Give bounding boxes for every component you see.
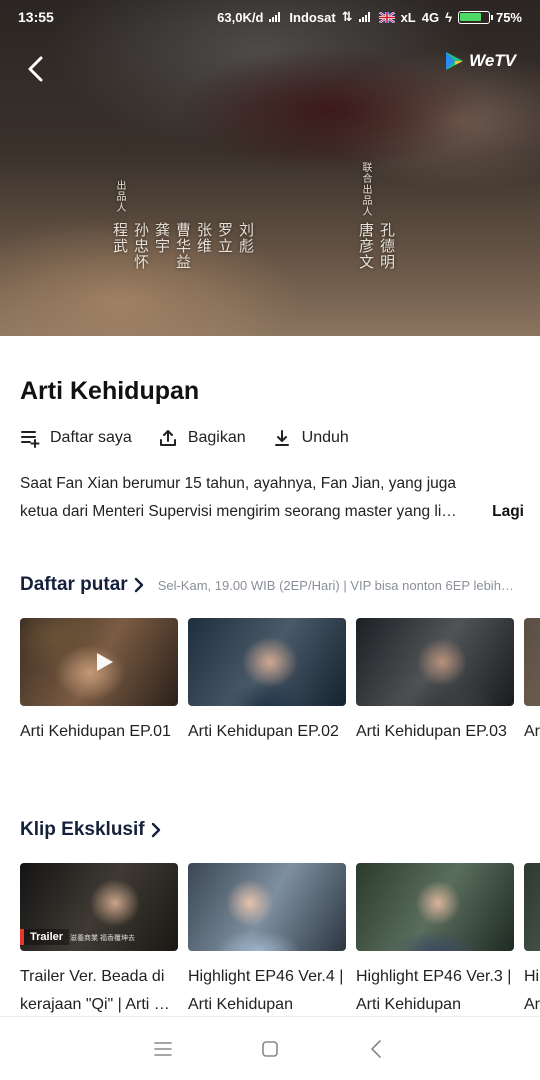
clip-thumbnail: 滋養商業 福香覆坤去 Trailer bbox=[20, 863, 178, 951]
share-icon bbox=[159, 430, 176, 446]
episode-card[interactable]: Arti Kehidupan EP.02 bbox=[188, 618, 346, 746]
credit-name: 刘彪 bbox=[237, 222, 255, 254]
clip-thumbnail bbox=[356, 863, 514, 951]
add-to-list-label: Daftar saya bbox=[50, 429, 132, 446]
credit-name: 龚宇 bbox=[153, 222, 171, 254]
show-title: Arti Kehidupan bbox=[20, 377, 200, 405]
episode-thumbnail bbox=[20, 618, 178, 706]
clip-card[interactable]: Hi Ar bbox=[524, 863, 540, 1019]
clip-thumbnail bbox=[524, 863, 540, 951]
clip-title-line-2: Ar bbox=[524, 996, 540, 1013]
credit-name: 张维 bbox=[195, 222, 213, 254]
clips-header[interactable]: Klip Eksklusif bbox=[20, 819, 161, 841]
episode-card[interactable]: Arti Kehidupan EP.01 bbox=[20, 618, 178, 746]
add-to-list-button[interactable]: Daftar saya bbox=[20, 428, 132, 448]
episode-card[interactable]: Arti Kehidupan EP.03 bbox=[356, 618, 514, 746]
download-icon bbox=[274, 430, 289, 446]
playlist-schedule: Sel-Kam, 19.00 WIB (2EP/Hari) | VIP bisa… bbox=[157, 577, 514, 593]
credits-right-label: 联合出品人 bbox=[360, 162, 371, 217]
credit-name: 程武 bbox=[111, 222, 129, 254]
download-label: Unduh bbox=[301, 429, 349, 446]
clip-title-line-2: Arti Kehidupan bbox=[188, 996, 293, 1013]
clip-title-line-1: Hi bbox=[524, 968, 540, 985]
episode-title: Arti Kehidupan EP.03 bbox=[356, 723, 507, 740]
credit-name: 唐彦文 bbox=[357, 222, 375, 270]
playlist-add-icon bbox=[21, 431, 40, 448]
credit-name: 曹华益 bbox=[174, 222, 192, 270]
chevron-right-icon bbox=[151, 822, 160, 838]
action-bar: Daftar saya Bagikan Unduh bbox=[20, 428, 349, 448]
clip-thumbnail bbox=[188, 863, 346, 951]
home-icon[interactable] bbox=[259, 1038, 281, 1060]
credits-left-label: 出品人 bbox=[114, 180, 125, 213]
play-icon bbox=[97, 653, 113, 671]
playlist-row: Arti Kehidupan EP.01 Arti Kehidupan EP.0… bbox=[20, 618, 540, 746]
clip-card[interactable]: 滋養商業 福香覆坤去 Trailer Trailer Ver. Beada di… bbox=[20, 863, 178, 1019]
back-icon[interactable] bbox=[366, 1038, 388, 1060]
credit-name: 孔德明 bbox=[378, 222, 396, 270]
chevron-right-icon bbox=[134, 577, 143, 593]
clip-title-line-1: Trailer Ver. Beada di bbox=[20, 968, 165, 985]
clip-subtitle-text: 滋養商業 福香覆坤去 bbox=[70, 935, 135, 942]
show-description: Saat Fan Xian berumur 15 tahun, ayahnya,… bbox=[20, 470, 524, 526]
description-line-2: ketua dari Menteri Supervisi mengirim se… bbox=[20, 503, 457, 520]
clips-title: Klip Eksklusif bbox=[20, 819, 145, 840]
clip-card[interactable]: Highlight EP46 Ver.4 | Arti Kehidupan bbox=[188, 863, 346, 1019]
episode-title: Arti Kehidupan EP.02 bbox=[188, 723, 339, 740]
clips-row: 滋養商業 福香覆坤去 Trailer Trailer Ver. Beada di… bbox=[20, 863, 540, 1019]
system-nav-bar bbox=[0, 1016, 540, 1080]
video-credits: 出品人 程武 孙忠怀 龚宇 曹华益 张维 罗立 刘彪 联合出品人 唐彦文 孔德明 bbox=[0, 0, 540, 336]
trailer-badge: Trailer bbox=[20, 929, 70, 945]
episode-title: Arti Kehidupan EP.01 bbox=[20, 723, 171, 740]
share-button[interactable]: Bagikan bbox=[158, 428, 246, 448]
download-button[interactable]: Unduh bbox=[272, 428, 349, 448]
description-line-2-row: ketua dari Menteri Supervisi mengirim se… bbox=[20, 498, 524, 526]
more-button[interactable]: Lagi bbox=[492, 498, 524, 526]
video-player[interactable]: 13:55 63,0K/d Indosat ⇅ xL 4G ϟ 75% WeTV… bbox=[0, 0, 540, 336]
episode-title: Ar bbox=[524, 723, 540, 740]
clip-title-line-2: kerajaan "Qi" | Arti … bbox=[20, 996, 170, 1013]
clip-card[interactable]: Highlight EP46 Ver.3 | Arti Kehidupan bbox=[356, 863, 514, 1019]
clip-title-line-1: Highlight EP46 Ver.3 | bbox=[356, 968, 512, 985]
episode-thumbnail bbox=[188, 618, 346, 706]
episode-card[interactable]: Ar bbox=[524, 618, 540, 746]
clip-title-line-2: Arti Kehidupan bbox=[356, 996, 461, 1013]
share-label: Bagikan bbox=[187, 429, 246, 446]
menu-icon[interactable] bbox=[152, 1038, 174, 1060]
episode-thumbnail bbox=[524, 618, 540, 706]
credit-name: 罗立 bbox=[216, 222, 234, 254]
playlist-title: Daftar putar bbox=[20, 574, 128, 595]
episode-thumbnail bbox=[356, 618, 514, 706]
playlist-header[interactable]: Daftar putar Sel-Kam, 19.00 WIB (2EP/Har… bbox=[20, 574, 524, 596]
clip-title-line-1: Highlight EP46 Ver.4 | bbox=[188, 968, 344, 985]
description-line-1: Saat Fan Xian berumur 15 tahun, ayahnya,… bbox=[20, 475, 457, 492]
credit-name: 孙忠怀 bbox=[132, 222, 150, 270]
